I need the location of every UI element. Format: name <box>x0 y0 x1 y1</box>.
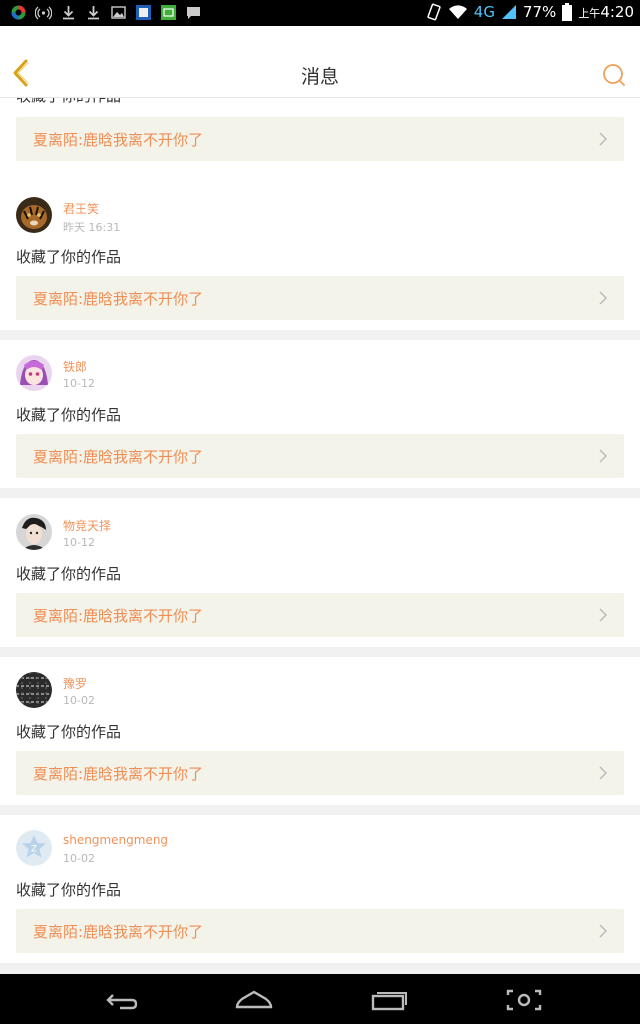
time-prefix: 上午 <box>578 7 601 20</box>
avatar[interactable]: Z <box>16 830 52 866</box>
avatar[interactable] <box>16 197 52 233</box>
chevron-right-icon <box>599 766 608 780</box>
username[interactable]: 豫罗 <box>63 675 87 692</box>
work-title: 夏离陌:鹿晗我离不开你了 <box>33 923 204 941</box>
work-link[interactable]: 夏离陌:鹿晗我离不开你了 <box>16 276 624 320</box>
message-action: 收藏了你的作品 <box>16 406 122 424</box>
page-title: 消息 <box>300 66 339 88</box>
image-icon <box>111 6 126 19</box>
app-notification-icon <box>161 5 176 20</box>
work-title: 夏离陌:鹿晗我离不开你了 <box>33 448 204 466</box>
timestamp: 10-02 <box>63 694 95 707</box>
username[interactable]: 铁郎 <box>63 358 87 375</box>
message-list[interactable]: 收藏了你的作品 夏离陌:鹿晗我离不开你了 君王笑 昨天 16:31 收藏了你的作… <box>0 98 640 974</box>
app-notification-icon <box>136 5 151 20</box>
username[interactable]: 君王笑 <box>63 200 99 217</box>
chevron-right-icon <box>599 924 608 938</box>
work-link[interactable]: 夏离陌:鹿晗我离不开你了 <box>16 909 624 953</box>
download-icon <box>63 6 74 20</box>
timestamp: 昨天 16:31 <box>63 221 121 234</box>
work-title: 夏离陌:鹿晗我离不开你了 <box>33 765 204 783</box>
work-link[interactable]: 夏离陌:鹿晗我离不开你了 <box>16 117 624 161</box>
timestamp: 10-12 <box>63 536 95 549</box>
work-title: 夏离陌:鹿晗我离不开你了 <box>33 290 204 308</box>
notification-icons <box>10 4 202 21</box>
battery-percent: 77% <box>522 3 557 21</box>
network-type: 4G <box>473 3 495 21</box>
message-card: 豫罗 10-02 收藏了你的作品 夏离陌:鹿晗我离不开你了 <box>0 657 640 805</box>
hotspot-icon <box>35 6 52 20</box>
message-action: 收藏了你的作品 <box>16 881 122 899</box>
username[interactable]: 物竞天择 <box>63 517 111 534</box>
message-card: 铁郎 10-12 收藏了你的作品 夏离陌:鹿晗我离不开你了 <box>0 340 640 488</box>
message-action: 收藏了你的作品 <box>16 98 121 106</box>
screenshot-icon[interactable] <box>504 987 544 1013</box>
battery-icon <box>562 3 573 21</box>
avatar[interactable] <box>16 514 52 550</box>
rotate-icon <box>427 3 441 21</box>
signal-icon <box>501 5 516 19</box>
anime-avatar-icon <box>16 355 52 391</box>
portrait-avatar-icon <box>16 514 52 550</box>
chevron-right-icon <box>599 449 608 463</box>
message-icon <box>187 7 200 19</box>
search-icon[interactable] <box>602 63 626 87</box>
avatar[interactable] <box>16 355 52 391</box>
tiger-avatar-icon <box>16 197 52 233</box>
avatar[interactable] <box>16 672 52 708</box>
system-nav-bar <box>0 974 640 1024</box>
chevron-right-icon <box>599 291 608 305</box>
pattern-avatar-icon <box>16 672 52 708</box>
chevron-right-icon <box>599 132 608 146</box>
recent-apps-icon[interactable] <box>369 987 409 1013</box>
status-indicators: 4G 77% 上午4:20 <box>426 3 634 21</box>
message-action: 收藏了你的作品 <box>16 248 122 266</box>
status-bar: 4G 77% 上午4:20 <box>0 0 640 26</box>
work-link[interactable]: 夏离陌:鹿晗我离不开你了 <box>16 751 624 795</box>
svg-text:Z: Z <box>31 845 37 855</box>
message-card: Z shengmengmeng 10-02 收藏了你的作品 夏离陌:鹿晗我离不开… <box>0 815 640 963</box>
message-card: 物竞天择 10-12 收藏了你的作品 夏离陌:鹿晗我离不开你了 <box>0 498 640 647</box>
back-arrow-icon[interactable] <box>100 987 140 1013</box>
app-header: 消息 <box>0 26 640 98</box>
username[interactable]: shengmengmeng <box>63 833 168 847</box>
timestamp: 10-02 <box>63 852 95 865</box>
message-action: 收藏了你的作品 <box>16 723 122 741</box>
work-title: 夏离陌:鹿晗我离不开你了 <box>33 607 204 625</box>
message-action: 收藏了你的作品 <box>16 565 122 583</box>
work-link[interactable]: 夏离陌:鹿晗我离不开你了 <box>16 593 624 637</box>
wifi-icon <box>448 5 467 19</box>
home-icon[interactable] <box>234 987 274 1013</box>
download-icon <box>88 6 99 20</box>
work-title: 夏离陌:鹿晗我离不开你了 <box>33 131 204 149</box>
work-link[interactable]: 夏离陌:鹿晗我离不开你了 <box>16 434 624 478</box>
chevron-right-icon <box>599 608 608 622</box>
clock: 4:20 <box>600 3 634 21</box>
message-card: 君王笑 昨天 16:31 收藏了你的作品 夏离陌:鹿晗我离不开你了 <box>0 182 640 330</box>
default-avatar-icon: Z <box>16 830 52 866</box>
app-logo-icon <box>11 5 26 20</box>
timestamp: 10-12 <box>63 377 95 390</box>
